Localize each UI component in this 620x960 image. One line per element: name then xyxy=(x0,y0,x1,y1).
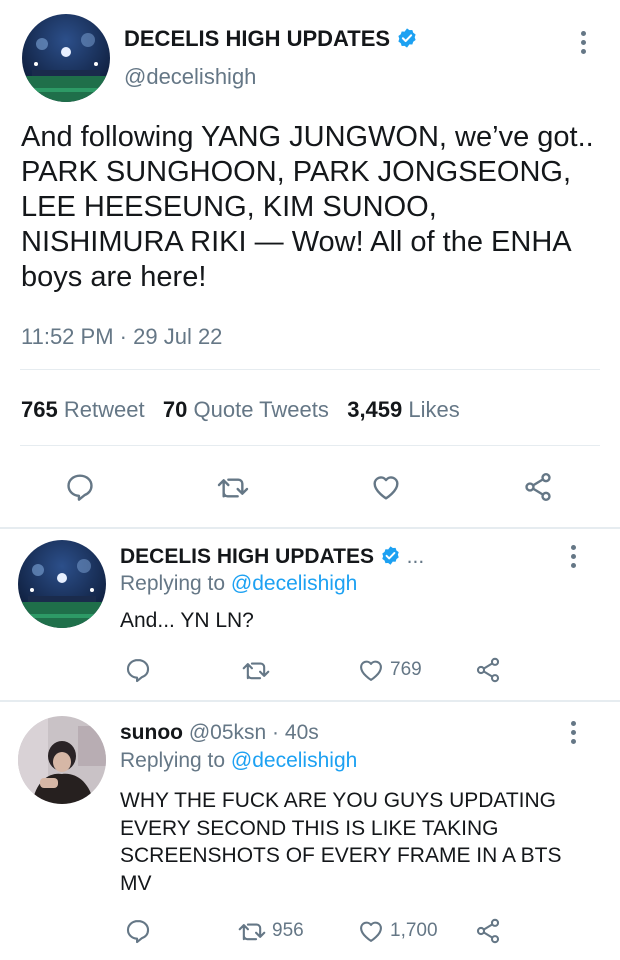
reply1-display-name[interactable]: DECELIS HIGH UPDATES xyxy=(120,545,374,568)
share-button[interactable] xyxy=(521,471,555,503)
reply1-author[interactable]: DECELIS HIGH UPDATES ... xyxy=(120,545,424,572)
main-display-name[interactable]: DECELIS HIGH UPDATES xyxy=(124,26,390,51)
like-count: 1,700 xyxy=(390,920,438,941)
retweet-icon xyxy=(238,923,266,941)
reply-icon xyxy=(126,659,150,683)
divider xyxy=(20,369,600,370)
retweet-button[interactable] xyxy=(215,471,251,503)
reply2-share-button[interactable] xyxy=(473,917,503,945)
retweet-icon xyxy=(217,478,249,498)
reply1-like-button[interactable]: 769 xyxy=(356,656,422,684)
divider xyxy=(20,445,600,446)
reply2-avatar[interactable] xyxy=(18,716,106,804)
main-tweet-text: And following YANG JUNGWON, we’ve got.. … xyxy=(21,121,594,293)
like-button[interactable] xyxy=(369,471,403,503)
truncation: ... xyxy=(406,545,425,568)
like-icon xyxy=(373,476,399,500)
main-avatar[interactable] xyxy=(22,14,110,102)
retweet-count: 956 xyxy=(272,920,304,941)
section-divider xyxy=(0,527,620,529)
reply2-author[interactable]: sunoo @05ksn · 40s xyxy=(120,721,319,745)
reply2-age: 40s xyxy=(284,721,319,744)
replying-to-link[interactable]: @decelishigh xyxy=(231,572,357,595)
retweets-stat[interactable]: 765 Retweet xyxy=(21,397,145,422)
quotes-stat[interactable]: 70 Quote Tweets xyxy=(163,397,329,422)
likes-stat[interactable]: 3,459 Likes xyxy=(347,397,460,422)
like-icon xyxy=(360,660,382,681)
more-icon[interactable] xyxy=(568,721,578,744)
reply2-reply-button[interactable] xyxy=(124,917,152,945)
reply1-reply-button[interactable] xyxy=(124,656,152,684)
more-icon[interactable] xyxy=(568,545,578,568)
retweet-icon xyxy=(242,662,270,680)
share-icon xyxy=(476,918,500,944)
reply2-handle[interactable]: @05ksn xyxy=(189,721,266,744)
reply2-retweet-button[interactable]: 956 xyxy=(236,917,304,945)
reply2-like-button[interactable]: 1,700 xyxy=(356,917,438,945)
reply1-retweet-button[interactable] xyxy=(240,656,272,684)
main-timestamp[interactable]: 11:52 PM · 29 Jul 22 xyxy=(21,324,222,350)
like-count: 769 xyxy=(390,659,422,680)
reply1-text: And... YN LN? xyxy=(120,609,254,632)
engagement-stats: 765 Retweet 70 Quote Tweets 3,459 Likes xyxy=(21,397,460,423)
replying-to-link[interactable]: @decelishigh xyxy=(231,749,357,772)
reply2-replying-to: Replying to @decelishigh xyxy=(120,749,358,772)
share-icon xyxy=(525,473,551,501)
main-handle[interactable]: @decelishigh xyxy=(124,64,256,90)
share-icon xyxy=(476,657,500,683)
verified-badge-icon xyxy=(396,27,418,55)
like-icon xyxy=(360,921,382,942)
reply-icon xyxy=(67,474,93,501)
section-divider xyxy=(0,700,620,702)
reply1-avatar[interactable] xyxy=(18,540,106,628)
reply2-text: WHY THE FUCK ARE YOU GUYS UPDATING EVERY… xyxy=(120,789,562,895)
reply1-replying-to: Replying to @decelishigh xyxy=(120,572,358,595)
main-author[interactable]: DECELIS HIGH UPDATES xyxy=(124,26,418,55)
reply-button[interactable] xyxy=(64,471,96,503)
reply1-share-button[interactable] xyxy=(473,656,503,684)
reply-icon xyxy=(126,920,150,944)
reply2-display-name[interactable]: sunoo xyxy=(120,721,183,744)
verified-badge-icon xyxy=(380,545,401,572)
more-icon[interactable] xyxy=(578,31,588,54)
